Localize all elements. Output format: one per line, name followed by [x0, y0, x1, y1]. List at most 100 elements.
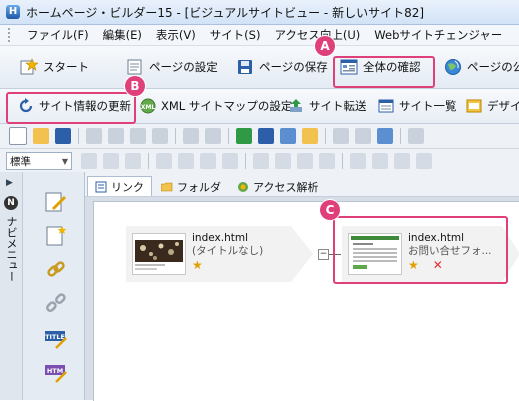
page-title: (タイトルなし): [192, 245, 264, 257]
tab-folders-label: フォルダ: [177, 180, 221, 194]
save-page-button[interactable]: ページの保存: [236, 54, 328, 80]
svg-text:TITLE: TITLE: [45, 333, 65, 341]
save-icon[interactable]: [55, 128, 71, 144]
menu-edit[interactable]: 編集(E): [96, 27, 149, 43]
separator: [342, 153, 343, 169]
separator: [325, 128, 326, 144]
globe-icon: [444, 58, 462, 76]
page-filename: index.html: [192, 232, 248, 244]
italic-icon[interactable]: [275, 153, 291, 169]
marker-b: B: [125, 76, 145, 96]
svg-text:XML: XML: [141, 104, 156, 111]
site-transfer-label: サイト転送: [309, 99, 367, 113]
menu-site[interactable]: サイト(S): [203, 27, 268, 43]
indent-icon[interactable]: [200, 153, 216, 169]
new-page-icon[interactable]: [9, 127, 27, 145]
undo-icon[interactable]: [183, 128, 199, 144]
site-list-label: サイト一覧: [399, 99, 457, 113]
font-smaller-icon[interactable]: [372, 153, 388, 169]
folder-add-icon[interactable]: [302, 128, 318, 144]
settings-icon[interactable]: [408, 128, 424, 144]
window-title: ホームページ・ビルダー15 - [ビジュアルサイトビュー - 新しいサイト82]: [26, 5, 425, 20]
site-list-button[interactable]: サイト一覧: [378, 95, 457, 117]
site-transfer-button[interactable]: サイト転送: [288, 95, 367, 117]
menu-website-changer[interactable]: Webサイトチェンジャー: [367, 27, 509, 43]
toolbar-grip[interactable]: [8, 28, 16, 42]
preview-icon[interactable]: [377, 128, 393, 144]
xml-sitemap-label: XML サイトマップの設定: [161, 99, 293, 113]
start-star-icon: [20, 58, 39, 76]
edit-toolbar: [0, 124, 519, 149]
folder-icon: [160, 181, 173, 193]
expand-arrow-icon[interactable]: ▶: [6, 178, 13, 188]
menu-file[interactable]: ファイル(F): [20, 27, 96, 43]
tab-links-label: リンク: [111, 180, 144, 194]
align-left-icon[interactable]: [81, 153, 97, 169]
highlight-contact-node: [333, 216, 508, 284]
marker-c: C: [320, 200, 340, 220]
start-label: スタート: [43, 60, 89, 74]
align-center-icon[interactable]: [103, 153, 119, 169]
title-tool-icon[interactable]: TITLE: [44, 326, 68, 350]
bold-icon[interactable]: [253, 153, 269, 169]
format-toolbar: 標準 ▼: [0, 149, 519, 174]
eraser-icon[interactable]: [152, 128, 168, 144]
strikethrough-icon[interactable]: [319, 153, 335, 169]
collapse-toggle-icon[interactable]: −: [318, 249, 329, 260]
main-toolbar: スタート ページの設定 ページの保存 全体の確認 ページの公: [0, 46, 519, 89]
paste-icon[interactable]: [130, 128, 146, 144]
design-button[interactable]: デザイ: [466, 95, 519, 117]
page-settings-button[interactable]: ページの設定: [126, 54, 218, 80]
tab-links[interactable]: リンク: [87, 176, 152, 196]
start-button[interactable]: スタート: [20, 54, 89, 80]
page-info: index.html (タイトルなし) ★: [192, 232, 263, 282]
copy-icon[interactable]: [108, 128, 124, 144]
align-right-icon[interactable]: [125, 153, 141, 169]
page-settings-label: ページの設定: [149, 60, 218, 74]
open-folder-icon[interactable]: [33, 128, 49, 144]
highlight-color-icon[interactable]: [416, 153, 432, 169]
layout-icon[interactable]: [355, 128, 371, 144]
numbered-list-icon[interactable]: [178, 153, 194, 169]
add-page-icon[interactable]: [280, 128, 296, 144]
list-icon[interactable]: [156, 153, 172, 169]
navi-menu-panel: ▶ N ナビメニュー TITLE HTM: [0, 172, 85, 400]
redo-icon[interactable]: [205, 128, 221, 144]
xml-sitemap-button[interactable]: XML XML サイトマップの設定: [140, 95, 292, 117]
cut-icon[interactable]: [86, 128, 102, 144]
tab-folders[interactable]: フォルダ: [154, 177, 228, 196]
paragraph-style-value: 標準: [10, 155, 31, 168]
link-check-icon[interactable]: [236, 128, 252, 144]
publish-button[interactable]: ページの公: [444, 54, 519, 80]
font-color-icon[interactable]: [394, 153, 410, 169]
highlight-update-site-info: [6, 92, 136, 124]
view-tabs: リンク フォルダ アクセス解析: [85, 172, 519, 197]
page-settings-icon: [126, 58, 144, 76]
navi-menu-tab[interactable]: ▶ N ナビメニュー: [0, 172, 23, 400]
table-icon[interactable]: [333, 128, 349, 144]
underline-icon[interactable]: [297, 153, 313, 169]
separator: [148, 153, 149, 169]
separator: [78, 128, 79, 144]
new-page-tool-icon[interactable]: [44, 224, 68, 248]
page-node-top[interactable]: index.html (タイトルなし) ★: [126, 226, 291, 282]
analytics-icon: [237, 181, 249, 193]
font-larger-icon[interactable]: [350, 153, 366, 169]
design-icon: [466, 98, 482, 114]
transfer-icon: [288, 98, 304, 114]
marker-a: A: [315, 36, 335, 56]
link-tool-icon[interactable]: [44, 258, 68, 282]
design-label: デザイ: [487, 99, 519, 113]
site-structure-icon[interactable]: [258, 128, 274, 144]
outdent-icon[interactable]: [222, 153, 238, 169]
tab-access-analysis[interactable]: アクセス解析: [230, 177, 325, 196]
separator: [400, 128, 401, 144]
html-tool-icon[interactable]: HTM: [44, 360, 68, 384]
node-arrow-shape: [291, 226, 313, 282]
menu-bar: ファイル(F) 編集(E) 表示(V) サイト(S) アクセス向上(U) Web…: [0, 25, 519, 46]
edit-page-tool-icon[interactable]: [44, 190, 68, 214]
paragraph-style-select[interactable]: 標準 ▼: [6, 152, 72, 170]
menu-view[interactable]: 表示(V): [149, 27, 203, 43]
title-bar: H ホームページ・ビルダー15 - [ビジュアルサイトビュー - 新しいサイト8…: [0, 0, 519, 25]
unlink-tool-icon[interactable]: [44, 292, 68, 316]
